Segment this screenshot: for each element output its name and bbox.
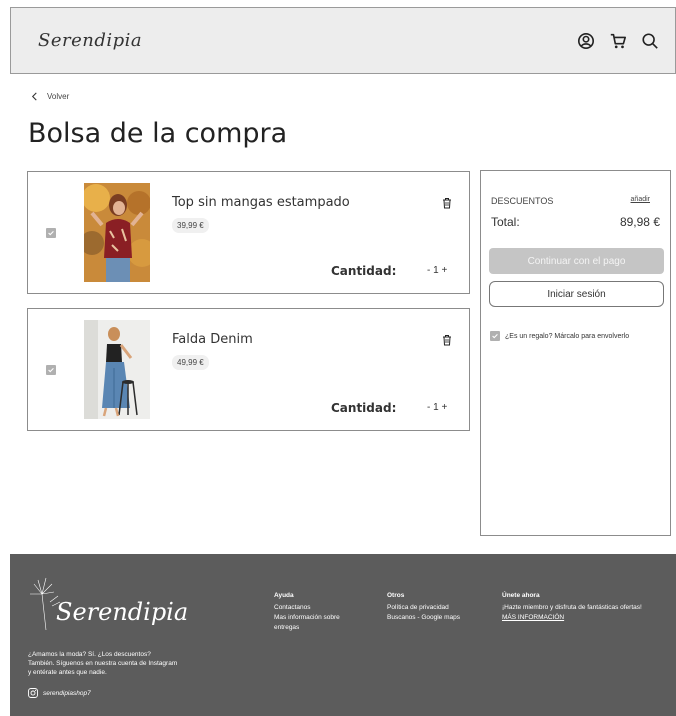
- back-label: Volver: [47, 92, 70, 101]
- search-icon[interactable]: [641, 32, 659, 50]
- footer-help-column: Ayuda Contactanos Mas información sobre …: [274, 591, 364, 633]
- quantity-stepper[interactable]: - 1 +: [427, 265, 447, 276]
- login-button[interactable]: Iniciar sesión: [489, 281, 664, 307]
- footer-link-google-maps[interactable]: Buscanos - Google maps: [387, 613, 487, 623]
- product-image-top[interactable]: [84, 183, 150, 282]
- gift-label: ¿Es un regalo? Márcalo para envolverlo: [505, 332, 630, 340]
- footer-logo[interactable]: Serendipia: [56, 598, 188, 626]
- item-checkbox[interactable]: [46, 228, 56, 238]
- discounts-label: DESCUENTOS: [491, 196, 554, 206]
- continue-to-payment-button[interactable]: Continuar con el pago: [489, 248, 664, 274]
- footer-more-info-link[interactable]: MÁS INFORMACIÓN: [502, 613, 672, 623]
- cart-icon[interactable]: [609, 32, 627, 50]
- trash-icon[interactable]: [441, 334, 453, 346]
- checkmark-icon: [492, 334, 498, 339]
- item-name: Falda Denim: [172, 332, 253, 347]
- trash-icon[interactable]: [441, 197, 453, 209]
- total-value: 89,98 €: [619, 215, 660, 229]
- item-price: 49,99 €: [172, 355, 209, 370]
- back-link[interactable]: Volver: [30, 92, 69, 101]
- add-discount-link[interactable]: añadir: [631, 196, 650, 203]
- footer-join-heading: Únete ahora: [502, 592, 540, 599]
- gift-option[interactable]: ¿Es un regalo? Márcalo para envolverlo: [490, 331, 629, 341]
- gift-checkbox[interactable]: [490, 331, 500, 341]
- footer-about: ¿Amamos la moda? Sí. ¿Los descuentos? Ta…: [28, 651, 178, 676]
- checkmark-icon: [48, 231, 54, 236]
- item-name: Top sin mangas estampado: [172, 195, 350, 210]
- page-title: Bolsa de la compra: [28, 118, 288, 149]
- footer-help-heading: Ayuda: [274, 592, 294, 599]
- header-icons: [577, 32, 659, 50]
- footer-link-privacy[interactable]: Política de privacidad: [387, 603, 487, 613]
- order-summary: DESCUENTOS añadir Total: 89,98 € Continu…: [480, 170, 671, 536]
- instagram-handle: serendipiashop7: [43, 689, 91, 697]
- instagram-icon: [28, 688, 38, 698]
- item-price: 39,99 €: [172, 218, 209, 233]
- chevron-left-icon: [31, 92, 37, 101]
- footer-others-column: Otros Política de privacidad Buscanos - …: [387, 591, 487, 623]
- footer-others-heading: Otros: [387, 592, 405, 599]
- quantity-stepper[interactable]: - 1 +: [427, 402, 447, 413]
- checkmark-icon: [48, 368, 54, 373]
- item-checkbox[interactable]: [46, 365, 56, 375]
- quantity-label: Cantidad:: [331, 401, 397, 415]
- quantity-label: Cantidad:: [331, 264, 397, 278]
- site-footer: Serendipia ¿Amamos la moda? Sí. ¿Los des…: [10, 554, 676, 716]
- cart-item: Falda Denim 49,99 € Cantidad: - 1 +: [27, 308, 470, 431]
- cart-item: Top sin mangas estampado 39,99 € Cantida…: [27, 171, 470, 294]
- user-icon[interactable]: [577, 32, 595, 50]
- footer-link-delivery-info[interactable]: Mas información sobre entregas: [274, 613, 364, 633]
- footer-join-text: ¡Hazte miembro y disfruta de fantásticas…: [502, 604, 642, 611]
- site-header: Serendipia: [10, 7, 676, 74]
- total-label: Total:: [491, 215, 520, 229]
- footer-link-contact[interactable]: Contactanos: [274, 603, 364, 613]
- footer-join-column: Únete ahora ¡Hazte miembro y disfruta de…: [502, 591, 672, 623]
- instagram-link[interactable]: serendipiashop7: [28, 688, 91, 698]
- product-image-skirt[interactable]: [84, 320, 150, 419]
- site-logo[interactable]: Serendipia: [38, 30, 142, 51]
